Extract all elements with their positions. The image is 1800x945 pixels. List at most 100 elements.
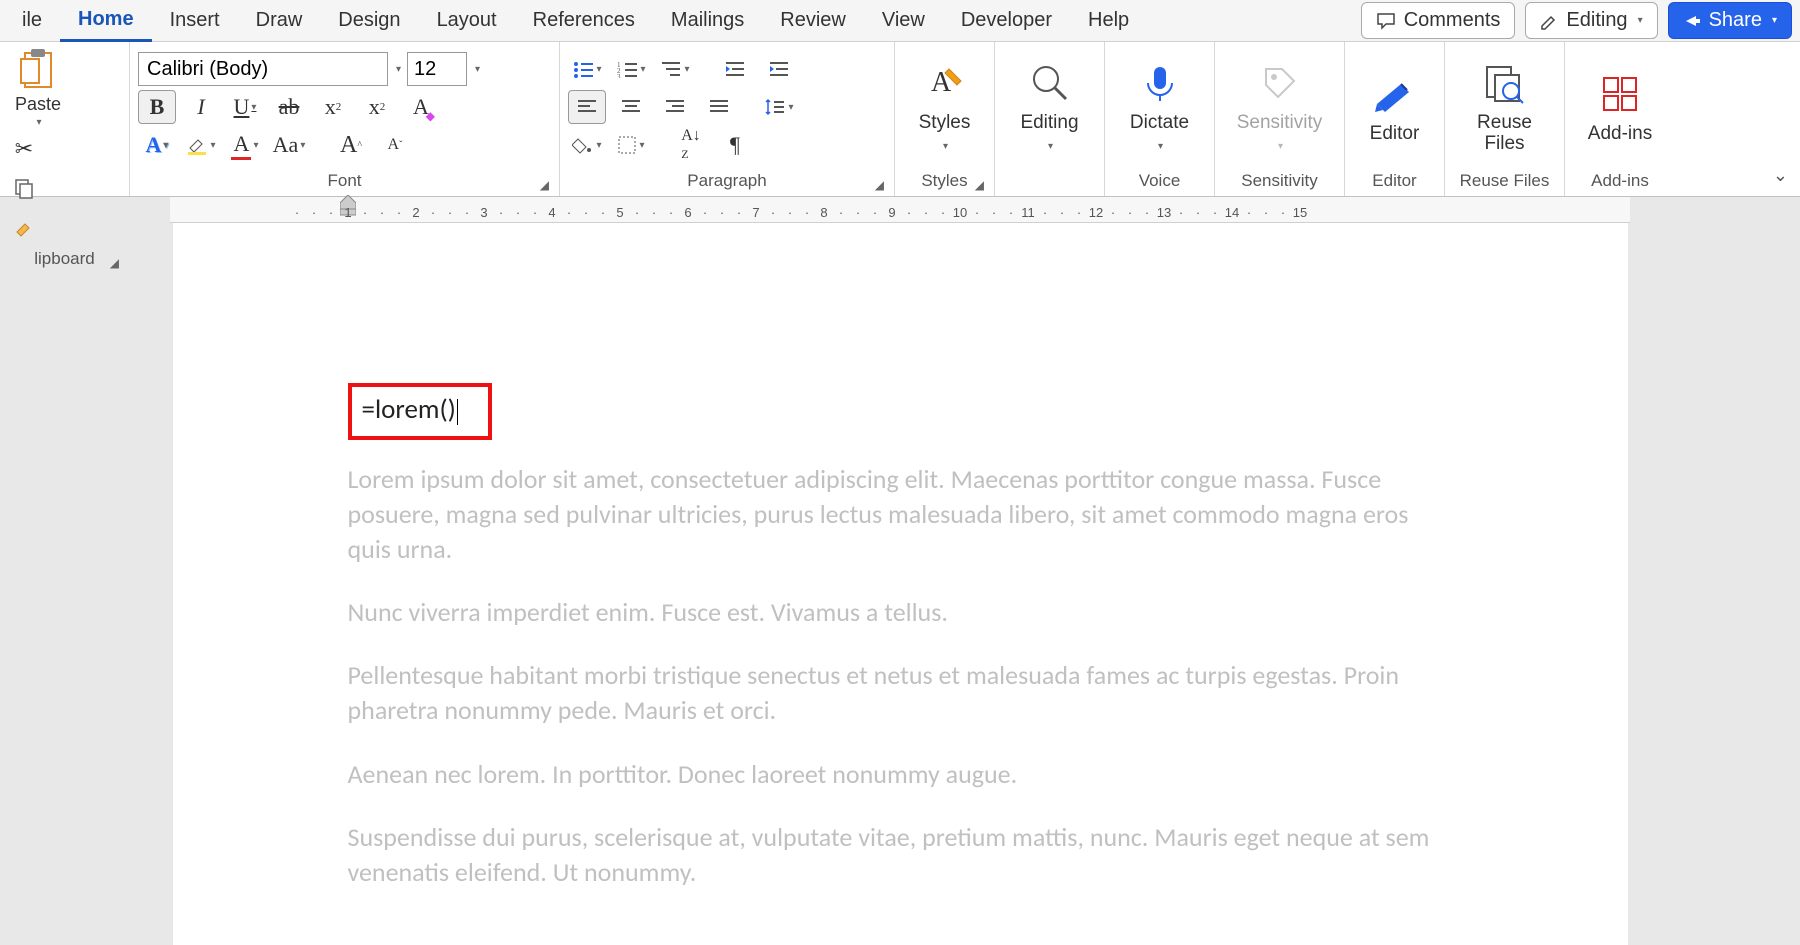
- numbering-button[interactable]: 123▾: [612, 52, 650, 86]
- chevron-down-icon[interactable]: ▾: [396, 64, 401, 75]
- italic-button[interactable]: I: [182, 90, 220, 124]
- format-painter-button[interactable]: [8, 212, 40, 246]
- ruler-tick: 15: [1293, 205, 1307, 220]
- highlight-button[interactable]: ▾: [182, 128, 220, 162]
- tab-draw[interactable]: Draw: [238, 1, 321, 40]
- align-center-icon: [621, 99, 641, 115]
- chevron-down-icon: ▾: [163, 140, 168, 151]
- styles-button[interactable]: A Styles▾: [895, 53, 995, 161]
- chevron-down-icon: ▾: [596, 140, 601, 151]
- tab-references[interactable]: References: [515, 1, 653, 40]
- bullets-button[interactable]: ▾: [568, 52, 606, 86]
- increase-indent-button[interactable]: [760, 52, 798, 86]
- tab-help[interactable]: Help: [1070, 1, 1147, 40]
- dialog-launcher-icon[interactable]: ◢: [110, 256, 119, 270]
- strikethrough-button[interactable]: ab: [270, 90, 308, 124]
- collapse-ribbon-button[interactable]: ⌄: [1773, 165, 1788, 186]
- align-left-button[interactable]: [568, 90, 606, 124]
- pilcrow-icon: ¶: [730, 132, 740, 158]
- ruler-tick: 12: [1089, 205, 1103, 220]
- subscript-button[interactable]: x2: [314, 90, 352, 124]
- group-label-voice: Voice: [1113, 168, 1206, 194]
- indent-icon: [768, 60, 790, 78]
- borders-button[interactable]: ▾: [612, 128, 650, 162]
- reuse-files-button[interactable]: Reuse Files: [1455, 53, 1555, 161]
- paint-bucket-icon: [572, 135, 594, 155]
- tab-insert[interactable]: Insert: [152, 1, 238, 40]
- tab-view[interactable]: View: [864, 1, 943, 40]
- superscript-button[interactable]: x2: [358, 90, 396, 124]
- paste-label: Paste: [15, 94, 61, 115]
- chevron-down-icon: ▾: [788, 102, 793, 113]
- tab-developer[interactable]: Developer: [943, 1, 1070, 40]
- chevron-down-icon: ▾: [251, 102, 256, 113]
- ruler-tick: 9: [888, 205, 895, 220]
- tab-mailings[interactable]: Mailings: [653, 1, 762, 40]
- horizontal-ruler[interactable]: 1···2···3···4···5···6···7···8···9···10··…: [170, 197, 1630, 223]
- chevron-down-icon[interactable]: ▾: [475, 64, 480, 75]
- align-right-icon: [665, 99, 685, 115]
- clipboard-icon: [18, 46, 58, 92]
- sort-button[interactable]: A↓Z: [672, 128, 710, 162]
- change-case-button[interactable]: Aa▾: [270, 128, 308, 162]
- chevron-down-icon: ▾: [1278, 141, 1283, 152]
- editing-mode-button[interactable]: Editing ▾: [1525, 2, 1657, 39]
- group-label-clipboard: lipboard◢: [8, 246, 121, 272]
- tab-file[interactable]: ile: [4, 1, 60, 40]
- copy-button[interactable]: [8, 172, 40, 206]
- dialog-launcher-icon[interactable]: ◢: [875, 178, 884, 192]
- align-center-button[interactable]: [612, 90, 650, 124]
- paragraph: Nunc viverra imperdiet enim. Fusce est. …: [348, 595, 1453, 630]
- borders-icon: [617, 135, 637, 155]
- line-spacing-icon: [764, 98, 786, 116]
- addins-button[interactable]: Add-ins: [1570, 64, 1670, 151]
- tab-design[interactable]: Design: [320, 1, 418, 40]
- multilevel-list-button[interactable]: ▾: [656, 52, 694, 86]
- ruler-tick: 8: [820, 205, 827, 220]
- microphone-icon: [1136, 59, 1184, 107]
- clear-formatting-button[interactable]: A◆: [402, 90, 440, 124]
- ribbon: Paste ▾ ✂ lipboard◢ ▾ ▾ B I U▾ ab: [0, 42, 1800, 197]
- editor-button[interactable]: Editor: [1345, 64, 1445, 151]
- justify-button[interactable]: [700, 90, 738, 124]
- group-label-paragraph: Paragraph◢: [568, 168, 886, 194]
- editing-button[interactable]: Editing▾: [1000, 53, 1100, 161]
- align-right-button[interactable]: [656, 90, 694, 124]
- shrink-font-button[interactable]: Aˇ: [376, 128, 414, 162]
- tab-home[interactable]: Home: [60, 0, 152, 42]
- document-area: =lorem() Lorem ipsum dolor sit amet, con…: [0, 223, 1800, 945]
- font-color-button[interactable]: A▾: [226, 128, 264, 162]
- line-spacing-button[interactable]: ▾: [760, 90, 798, 124]
- decrease-indent-button[interactable]: [716, 52, 754, 86]
- eraser-icon: ◆: [426, 109, 435, 124]
- font-size-input[interactable]: [407, 52, 467, 86]
- font-name-input[interactable]: [138, 52, 388, 86]
- shading-button[interactable]: ▾: [568, 128, 606, 162]
- text-effects-button[interactable]: A▾: [138, 128, 176, 162]
- document-text[interactable]: =lorem(): [362, 393, 458, 426]
- dialog-launcher-icon[interactable]: ◢: [975, 178, 984, 192]
- placeholder-text: Lorem ipsum dolor sit amet, consectetuer…: [348, 462, 1453, 890]
- tab-review[interactable]: Review: [762, 1, 864, 40]
- sort-icon: A↓Z: [681, 127, 701, 163]
- grow-font-button[interactable]: A^: [332, 128, 370, 162]
- tab-layout[interactable]: Layout: [419, 1, 515, 40]
- editing-label: Editing: [1566, 9, 1627, 32]
- comments-button[interactable]: Comments: [1361, 2, 1516, 39]
- group-font: ▾ ▾ B I U▾ ab x2 x2 A◆ A▾ ▾ A▾ Aa▾ A^ Aˇ: [130, 42, 560, 196]
- share-button[interactable]: Share ▾: [1668, 2, 1792, 39]
- ruler-tick: 11: [1021, 205, 1035, 220]
- show-marks-button[interactable]: ¶: [716, 128, 754, 162]
- search-icon: [1026, 59, 1074, 107]
- page[interactable]: =lorem() Lorem ipsum dolor sit amet, con…: [173, 223, 1628, 945]
- ruler-tick: 2: [412, 205, 419, 220]
- lorem-function-highlight: =lorem(): [348, 383, 492, 440]
- paste-button[interactable]: Paste ▾: [8, 46, 68, 128]
- ruler-tick: 1: [344, 205, 351, 220]
- underline-button[interactable]: U▾: [226, 90, 264, 124]
- svg-text:3: 3: [617, 73, 621, 78]
- dictate-button[interactable]: Dictate▾: [1110, 53, 1210, 161]
- bold-button[interactable]: B: [138, 90, 176, 124]
- cut-button[interactable]: ✂: [8, 132, 40, 166]
- dialog-launcher-icon[interactable]: ◢: [540, 178, 549, 192]
